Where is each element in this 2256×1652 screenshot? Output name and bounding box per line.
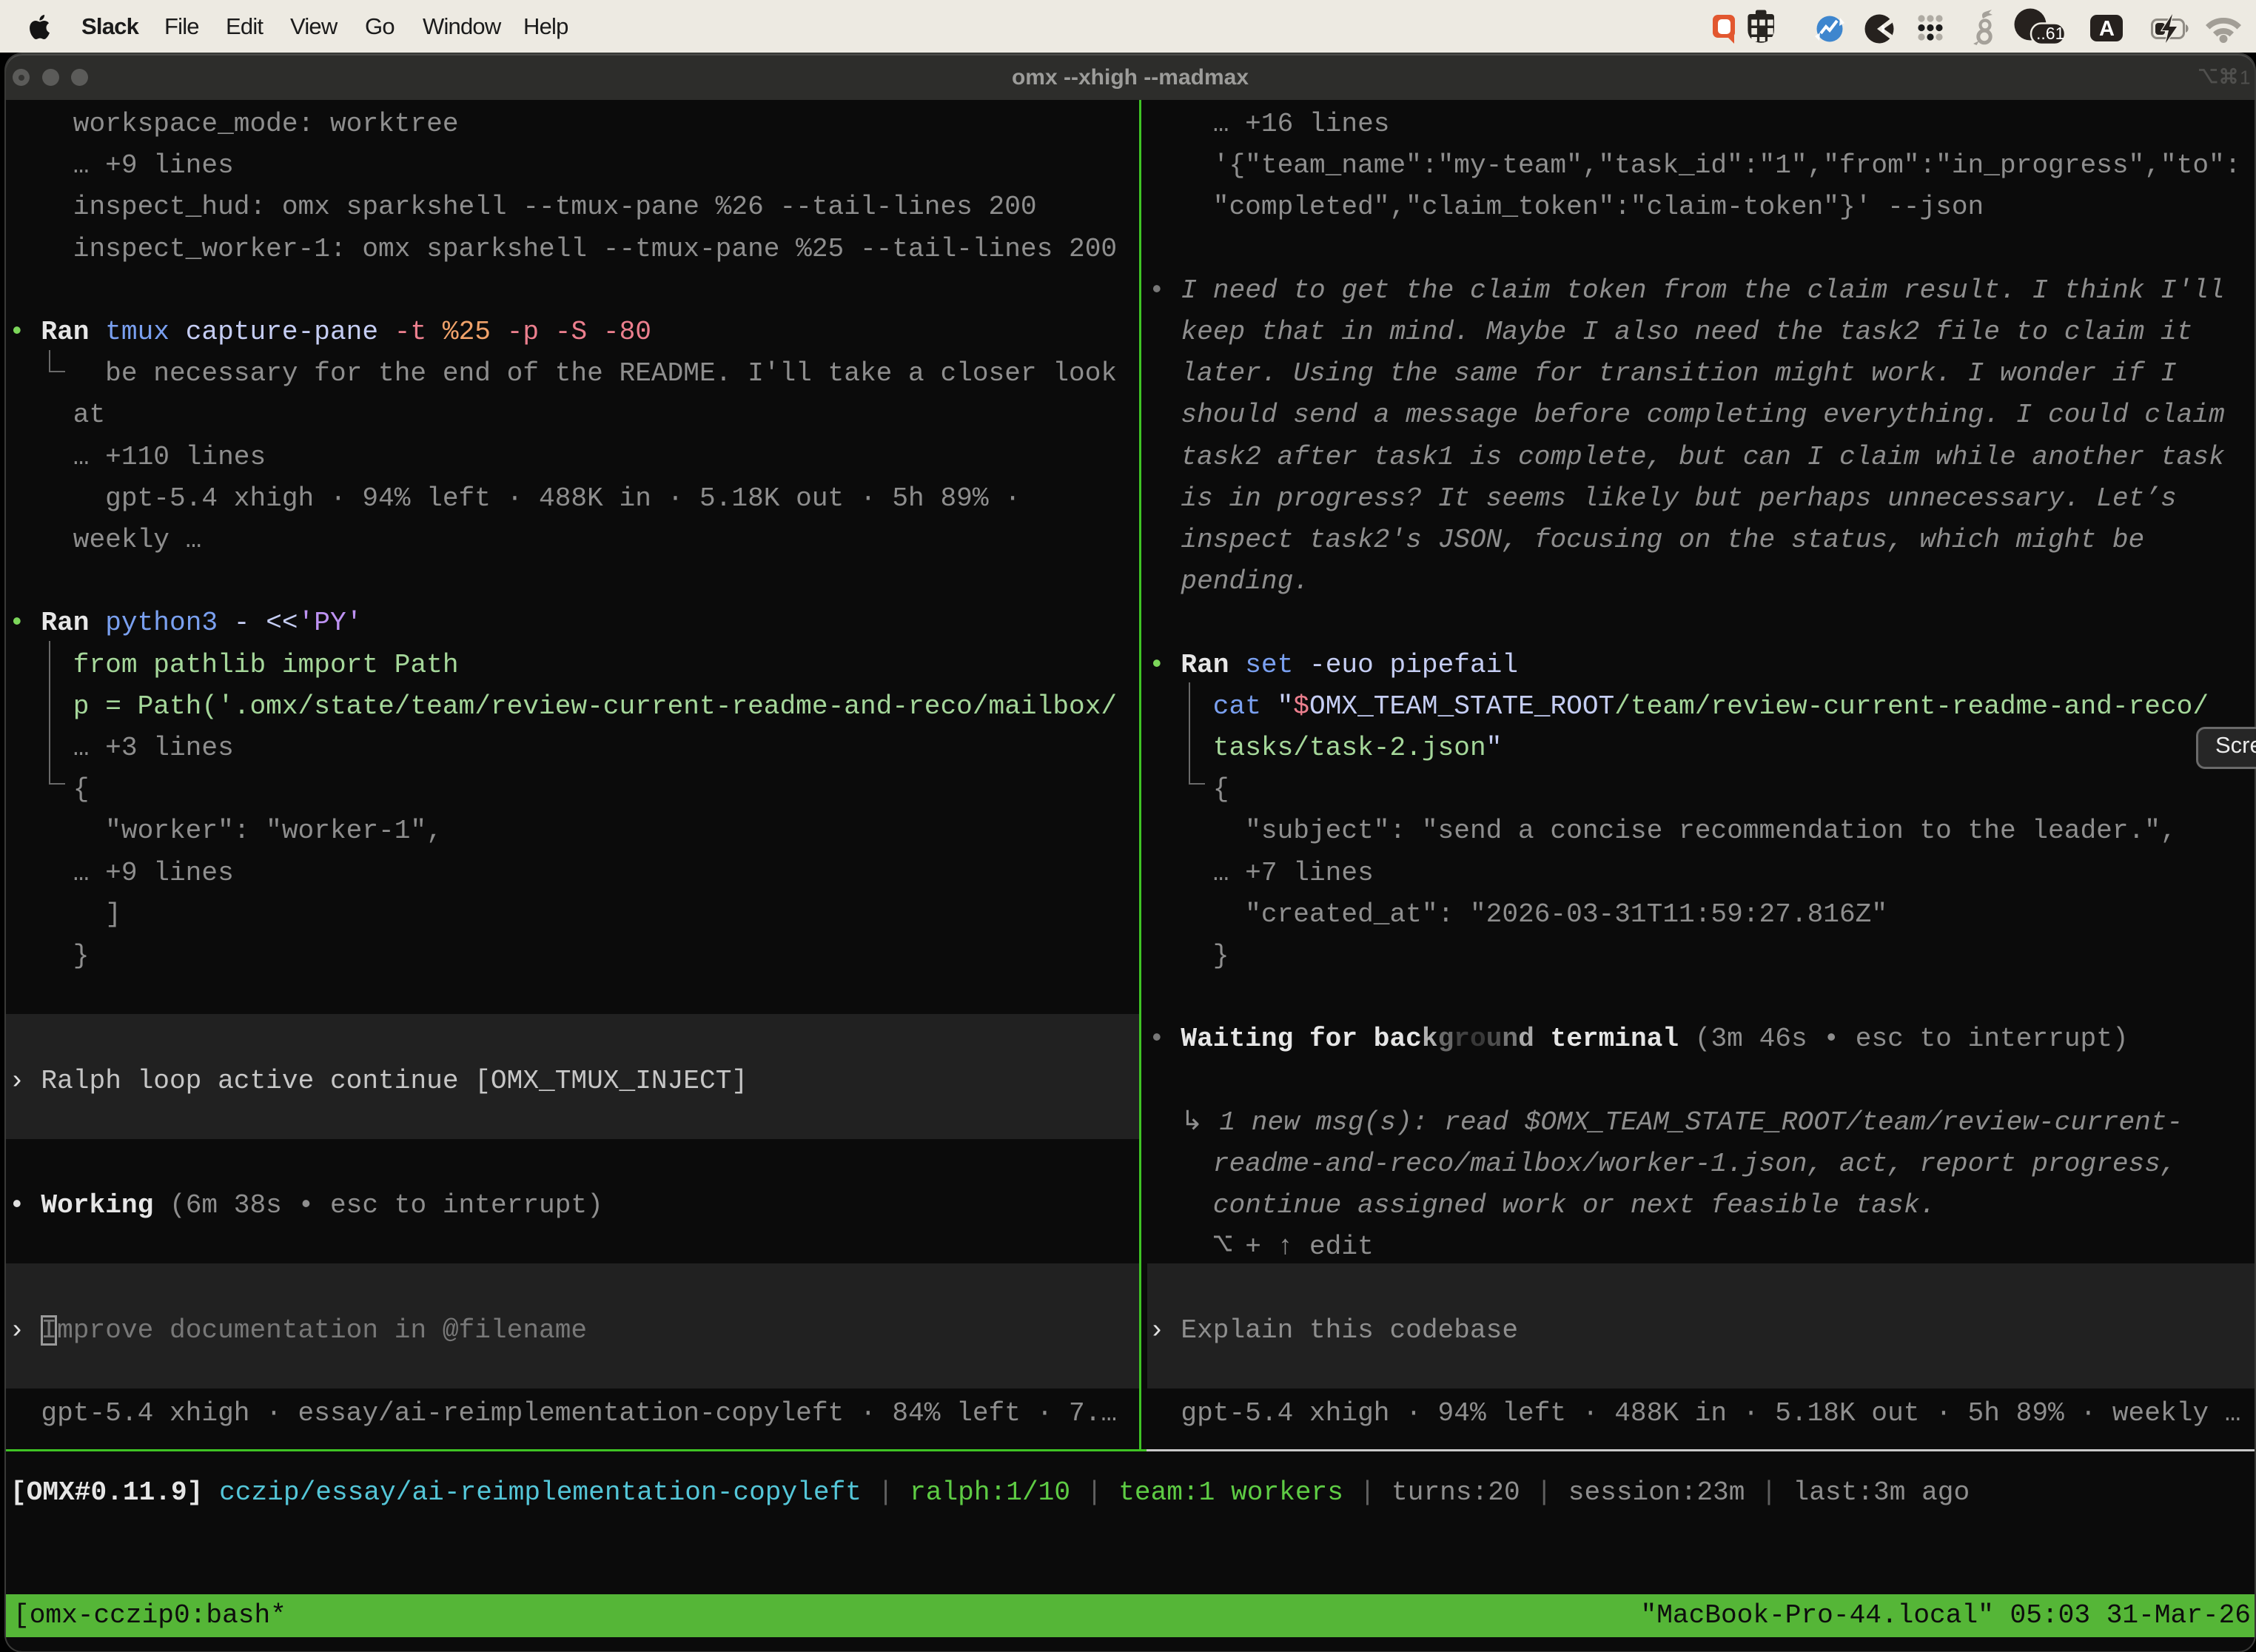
svg-text:A: A [2099, 17, 2115, 41]
svg-text:1: 1 [2240, 67, 2250, 87]
svg-text:..61: ..61 [2036, 24, 2064, 43]
